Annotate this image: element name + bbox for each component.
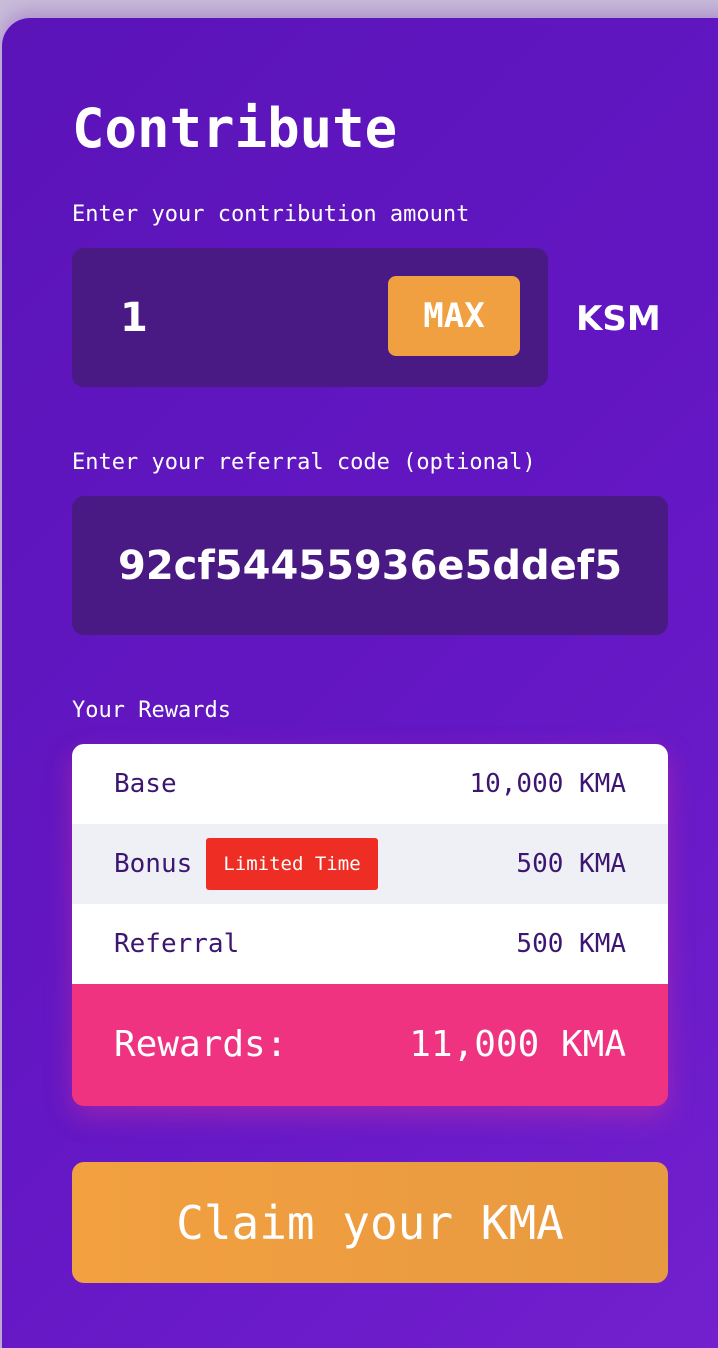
contribution-amount-label: Enter your contribution amount	[72, 202, 470, 227]
rewards-label: Your Rewards	[72, 698, 231, 723]
contribution-amount-value[interactable]: 1	[120, 290, 148, 346]
rewards-summary: Base 10,000 KMA Bonus Limited Time 500 K…	[72, 744, 668, 1106]
reward-row-referral: Referral 500 KMA	[72, 904, 668, 984]
reward-amount: 10,000 KMA	[469, 769, 626, 799]
reward-amount: 500 KMA	[516, 849, 626, 879]
reward-row-bonus: Bonus Limited Time 500 KMA	[72, 824, 668, 904]
rewards-total-label: Rewards:	[114, 1024, 288, 1065]
reward-name: Referral	[114, 929, 240, 959]
limited-time-badge: Limited Time	[206, 838, 378, 890]
referral-code-field[interactable]: 92cf54455936e5ddef5ae	[72, 496, 668, 635]
reward-name: Base	[114, 769, 177, 799]
reward-name: Bonus	[114, 849, 193, 879]
reward-amount: 500 KMA	[516, 929, 626, 959]
currency-unit: KSM	[576, 299, 661, 339]
rewards-total-amount: 11,000 KMA	[409, 1024, 626, 1065]
referral-code-value[interactable]: 92cf54455936e5ddef5ae	[118, 536, 620, 596]
contribution-amount-field[interactable]: 1 MAX	[72, 248, 548, 387]
reward-row-base: Base 10,000 KMA	[72, 744, 668, 824]
referral-code-label: Enter your referral code (optional)	[72, 450, 536, 475]
max-button[interactable]: MAX	[388, 276, 520, 356]
page-title: Contribute	[72, 97, 398, 160]
rewards-total-row: Rewards: 11,000 KMA	[72, 984, 668, 1106]
claim-button[interactable]: Claim your KMA	[72, 1162, 668, 1283]
